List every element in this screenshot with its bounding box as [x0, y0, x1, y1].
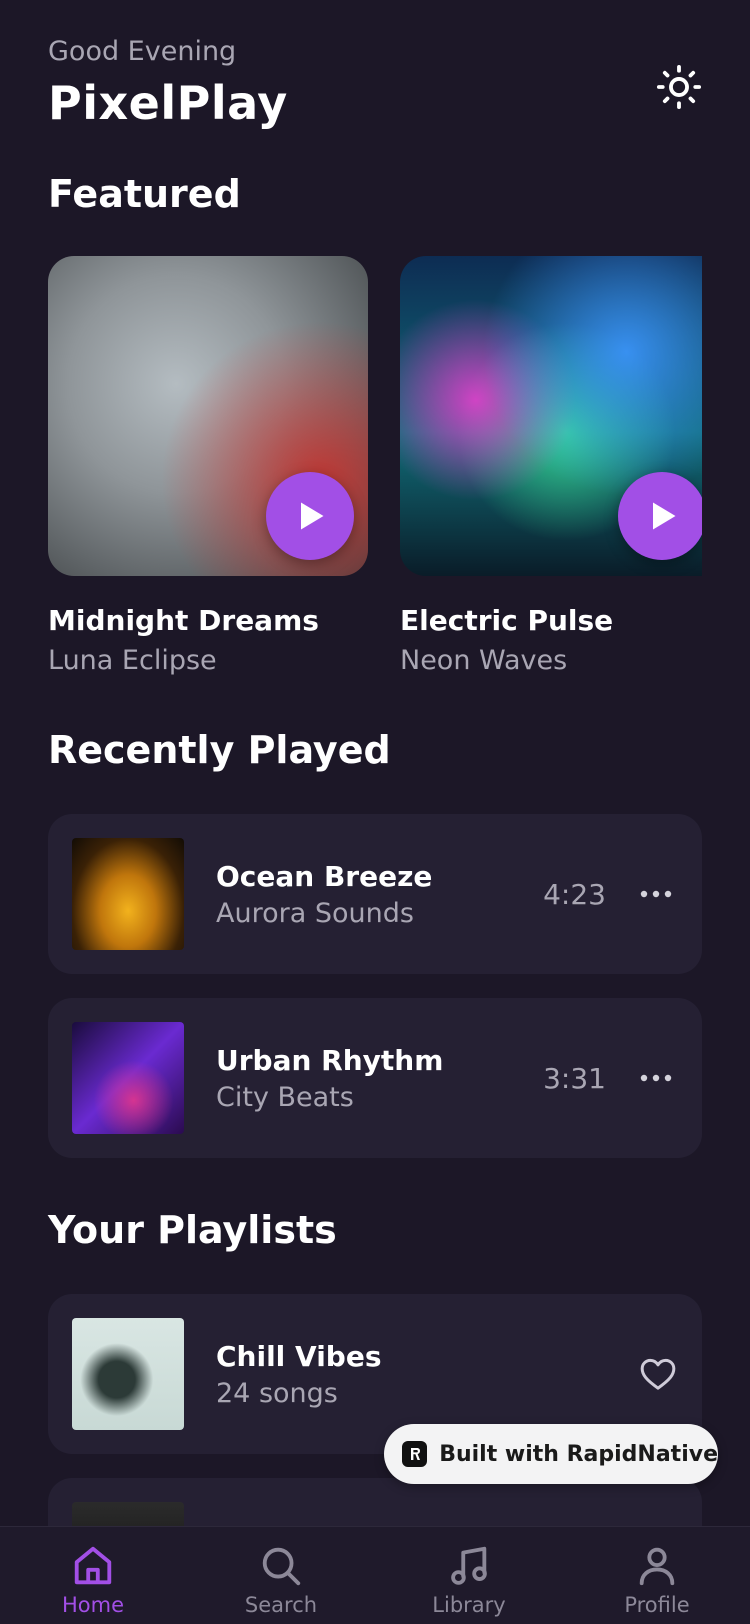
music-note-icon	[451, 1546, 487, 1585]
more-horizontal-icon	[640, 890, 672, 898]
favorite-button[interactable]	[636, 1352, 680, 1396]
playlist-song-count: 24 songs	[216, 1378, 338, 1409]
featured-artist: Luna Eclipse	[48, 645, 217, 676]
featured-card[interactable]: Midnight Dreams Luna Eclipse	[48, 256, 368, 676]
search-icon	[262, 1547, 301, 1586]
featured-card[interactable]: Electric Pulse Neon Waves	[400, 256, 720, 676]
album-art	[400, 256, 702, 576]
nav-item-library[interactable]: Library	[409, 1543, 529, 1617]
featured-title: Midnight Dreams	[48, 604, 319, 637]
play-button[interactable]	[618, 472, 702, 560]
track-thumbnail	[72, 838, 184, 950]
rapidnative-logo-icon	[402, 1441, 428, 1467]
track-title: Urban Rhythm	[216, 1044, 444, 1077]
play-icon	[653, 502, 676, 530]
track-duration: 4:23	[543, 878, 606, 911]
nav-item-profile[interactable]: Profile	[597, 1543, 717, 1617]
featured-artist: Neon Waves	[400, 645, 568, 676]
heart-icon	[640, 1358, 676, 1390]
nav-label-library: Library	[432, 1593, 506, 1617]
recently-played-section-title: Recently Played	[48, 728, 391, 772]
more-horizontal-icon	[640, 1074, 672, 1082]
theme-toggle-button[interactable]	[650, 58, 708, 116]
more-options-button[interactable]	[636, 874, 676, 914]
home-icon	[74, 1546, 112, 1585]
playlist-title: Chill Vibes	[216, 1340, 382, 1373]
play-icon	[301, 502, 324, 530]
track-duration: 3:31	[543, 1062, 606, 1095]
more-options-button[interactable]	[636, 1058, 676, 1098]
featured-section-title: Featured	[48, 172, 241, 216]
home-screen: Good Evening PixelPlay Featured Midnight…	[0, 0, 750, 1624]
track-title: Ocean Breeze	[216, 860, 433, 893]
playlists-section-title: Your Playlists	[48, 1208, 337, 1252]
play-button[interactable]	[266, 472, 354, 560]
track-artist: Aurora Sounds	[216, 898, 414, 929]
track-row[interactable]: Urban Rhythm City Beats 3:31	[48, 998, 702, 1158]
bottom-navigation: Home Search Library Profile	[0, 1526, 750, 1624]
featured-title: Electric Pulse	[400, 604, 614, 637]
nav-item-home[interactable]: Home	[33, 1543, 153, 1617]
nav-label-home: Home	[61, 1593, 124, 1617]
track-row[interactable]: Ocean Breeze Aurora Sounds 4:23	[48, 814, 702, 974]
badge-label: Built with RapidNative	[439, 1441, 718, 1467]
sun-icon	[656, 64, 702, 110]
built-with-badge[interactable]: Built with RapidNative	[384, 1424, 718, 1484]
track-thumbnail	[72, 1022, 184, 1134]
user-icon	[639, 1547, 675, 1586]
track-artist: City Beats	[216, 1082, 354, 1113]
nav-label-profile: Profile	[624, 1593, 690, 1617]
nav-label-search: Search	[244, 1593, 318, 1617]
nav-item-search[interactable]: Search	[221, 1543, 341, 1617]
album-art	[48, 256, 368, 576]
playlist-thumbnail	[72, 1318, 184, 1430]
app-title: PixelPlay	[48, 76, 288, 130]
greeting-text: Good Evening	[48, 36, 237, 67]
